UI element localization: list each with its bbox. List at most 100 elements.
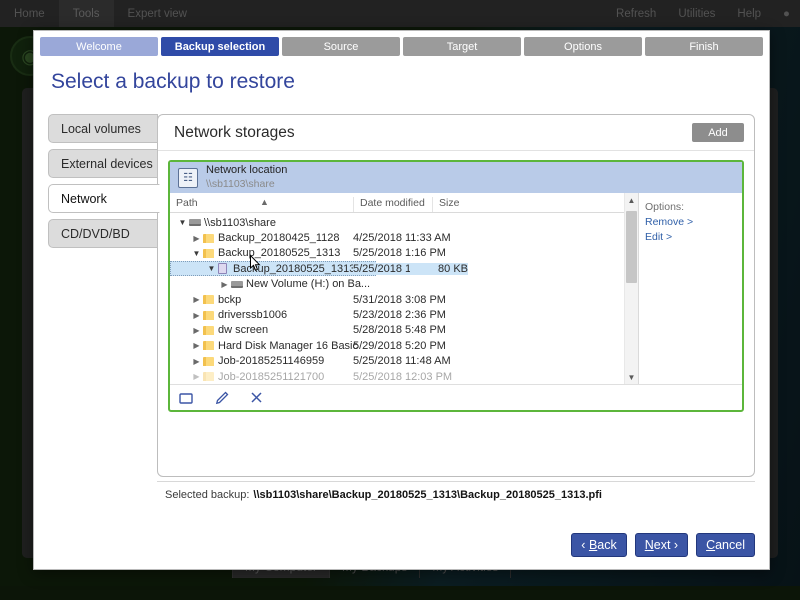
chevron-right-icon[interactable]: ▶ <box>218 280 231 289</box>
table-row[interactable]: ▶ New Volume (H:) on Ba... <box>170 277 624 292</box>
panel-header: Network storages Add <box>158 115 754 151</box>
new-folder-icon[interactable] <box>178 389 195 406</box>
table-row[interactable]: ▶ Backup_20180425_1128 4/25/2018 11:33 A… <box>170 230 624 245</box>
chevron-right-icon[interactable]: ▶ <box>190 341 203 350</box>
file-tree-rows: ▼ \\sb1103\share ▶ <box>170 213 624 384</box>
selected-backup-path: \\sb1103\share\Backup_20180525_1313\Back… <box>253 489 602 501</box>
tree-item-label: Backup_20180425_1128 <box>218 232 340 244</box>
pencil-glyph <box>215 391 229 405</box>
sidebar-item-cd-dvd-bd[interactable]: CD/DVD/BD <box>48 219 158 248</box>
table-row[interactable]: ▼ \\sb1103\share <box>170 215 624 230</box>
tree-item-date: 5/25/2018 1:16 PM <box>353 247 446 259</box>
selected-backup-label: Selected backup: <box>165 489 249 501</box>
network-drive-icon: ☷ <box>178 168 198 188</box>
column-header-path[interactable]: Path ▲ <box>170 197 353 212</box>
network-location-name: Network location <box>206 164 287 178</box>
table-row[interactable]: ▶ bckp 5/31/2018 3:08 PM <box>170 292 624 307</box>
dialog-footer: ‹ Back Next › Cancel <box>34 521 769 569</box>
sidebar-item-network[interactable]: Network <box>48 184 160 213</box>
wizard-tab-source[interactable]: Source <box>282 37 400 56</box>
add-button[interactable]: Add <box>692 123 744 142</box>
edit-link[interactable]: Edit > <box>645 230 742 245</box>
cancel-button[interactable]: Cancel <box>696 533 755 557</box>
table-row[interactable]: ▶ Job-20185251121700 5/25/2018 12:03 PM <box>170 369 624 384</box>
network-location-text: Network location \\sb1103\share <box>206 164 287 191</box>
scroll-up-icon[interactable]: ▲ <box>625 193 638 207</box>
chevron-right-icon[interactable]: ▶ <box>190 311 203 320</box>
folder-icon <box>203 372 218 381</box>
delete-x-icon[interactable] <box>248 389 265 406</box>
folder-icon <box>203 311 218 320</box>
tree-item-label: Backup_20180525_1313.pfi <box>233 263 370 275</box>
folder-icon <box>203 295 218 304</box>
folder-icon <box>203 357 218 366</box>
tree-item-label: Backup_20180525_1313 <box>218 247 340 259</box>
tree-item-date: 5/28/2018 5:48 PM <box>353 324 446 336</box>
wizard-step-tabs: Welcome Backup selection Source Target O… <box>34 31 769 56</box>
file-tree-region: Path ▲ Date modified Size ▼ <box>170 193 742 384</box>
page-title: Select a backup to restore <box>34 56 769 102</box>
drive-icon <box>189 219 204 226</box>
folder-icon <box>203 326 218 335</box>
wizard-tab-finish[interactable]: Finish <box>645 37 763 56</box>
scroll-down-icon[interactable]: ▼ <box>625 370 638 384</box>
chevron-down-icon[interactable]: ▼ <box>205 264 218 273</box>
table-row[interactable]: ▶ driverssb1006 5/23/2018 2:36 PM <box>170 307 624 322</box>
chevron-down-icon[interactable]: ▼ <box>190 249 203 258</box>
table-row[interactable]: ▶ Hard Disk Manager 16 Basic 5/29/2018 5… <box>170 338 624 353</box>
tree-item-date: 5/29/2018 5:20 PM <box>353 340 446 352</box>
restore-wizard-dialog: Welcome Backup selection Source Target O… <box>33 30 770 570</box>
wizard-tab-options[interactable]: Options <box>524 37 642 56</box>
file-tree-column: Path ▲ Date modified Size ▼ <box>170 193 624 384</box>
chevron-down-icon[interactable]: ▼ <box>176 218 189 227</box>
storage-category-tabs: Local volumes External devices Network C… <box>48 114 158 248</box>
column-header-size[interactable]: Size <box>432 197 490 212</box>
wizard-tab-welcome[interactable]: Welcome <box>40 37 158 56</box>
folder-icon <box>203 249 218 258</box>
column-header-date-modified[interactable]: Date modified <box>353 197 432 212</box>
chevron-right-icon[interactable]: ▶ <box>190 234 203 243</box>
options-column: Options: Remove > Edit > <box>638 193 742 384</box>
chevron-right-icon[interactable]: ▶ <box>190 372 203 381</box>
tree-item-date: 5/31/2018 3:08 PM <box>353 294 446 306</box>
new-folder-glyph <box>179 392 194 404</box>
file-tree-toolbar <box>170 384 742 410</box>
table-row[interactable]: ▼ Backup_20180525_1313 5/25/2018 1:16 PM <box>170 246 624 261</box>
selected-backup-status: Selected backup: \\sb1103\share\Backup_2… <box>157 481 755 507</box>
backup-file-icon <box>218 263 233 274</box>
tree-item-label: driverssb1006 <box>218 309 287 321</box>
sidebar-item-external-devices[interactable]: External devices <box>48 149 158 178</box>
folder-icon <box>203 234 218 243</box>
tree-item-size: 80 KB <box>410 263 468 275</box>
chevron-right-icon[interactable]: ▶ <box>190 357 203 366</box>
tree-item-label: dw screen <box>218 324 268 336</box>
table-row-selected[interactable]: ▼ Backup_20180525_1313.pfi 5/25/2018 1:1… <box>170 261 624 276</box>
chevron-right-icon[interactable]: ▶ <box>190 295 203 304</box>
scrollbar-track[interactable] <box>625 207 638 370</box>
remove-link[interactable]: Remove > <box>645 215 742 230</box>
next-button[interactable]: Next › <box>635 533 688 557</box>
tree-item-label: New Volume (H:) on Ba... <box>246 278 370 290</box>
network-location-path: \\sb1103\share <box>206 178 287 191</box>
sidebar-item-local-volumes[interactable]: Local volumes <box>48 114 158 143</box>
tree-item-label: Hard Disk Manager 16 Basic <box>218 340 358 352</box>
tree-item-date: 5/25/2018 12:03 PM <box>353 371 452 383</box>
wizard-tab-target[interactable]: Target <box>403 37 521 56</box>
scrollbar-thumb[interactable] <box>626 211 637 283</box>
file-tree-scrollbar[interactable]: ▲ ▼ <box>624 193 638 384</box>
tree-item-date: 5/25/2018 11:48 AM <box>353 355 451 367</box>
network-location-header[interactable]: ☷ Network location \\sb1103\share <box>170 162 742 193</box>
edit-pencil-icon[interactable] <box>213 389 230 406</box>
panel-title: Network storages <box>174 124 295 142</box>
folder-icon <box>203 341 218 350</box>
table-row[interactable]: ▶ Job-20185251146959 5/25/2018 11:48 AM <box>170 354 624 369</box>
table-row[interactable]: ▶ dw screen 5/28/2018 5:48 PM <box>170 323 624 338</box>
dialog-body: Local volumes External devices Network C… <box>34 102 769 521</box>
back-button[interactable]: ‹ Back <box>571 533 626 557</box>
tree-item-date: 5/23/2018 2:36 PM <box>353 309 446 321</box>
tree-item-label: \\sb1103\share <box>204 217 276 229</box>
file-tree-column-headers: Path ▲ Date modified Size <box>170 193 624 213</box>
network-storage-card: ☷ Network location \\sb1103\share Path ▲ <box>168 160 744 412</box>
chevron-right-icon[interactable]: ▶ <box>190 326 203 335</box>
wizard-tab-backup-selection[interactable]: Backup selection <box>161 37 279 56</box>
